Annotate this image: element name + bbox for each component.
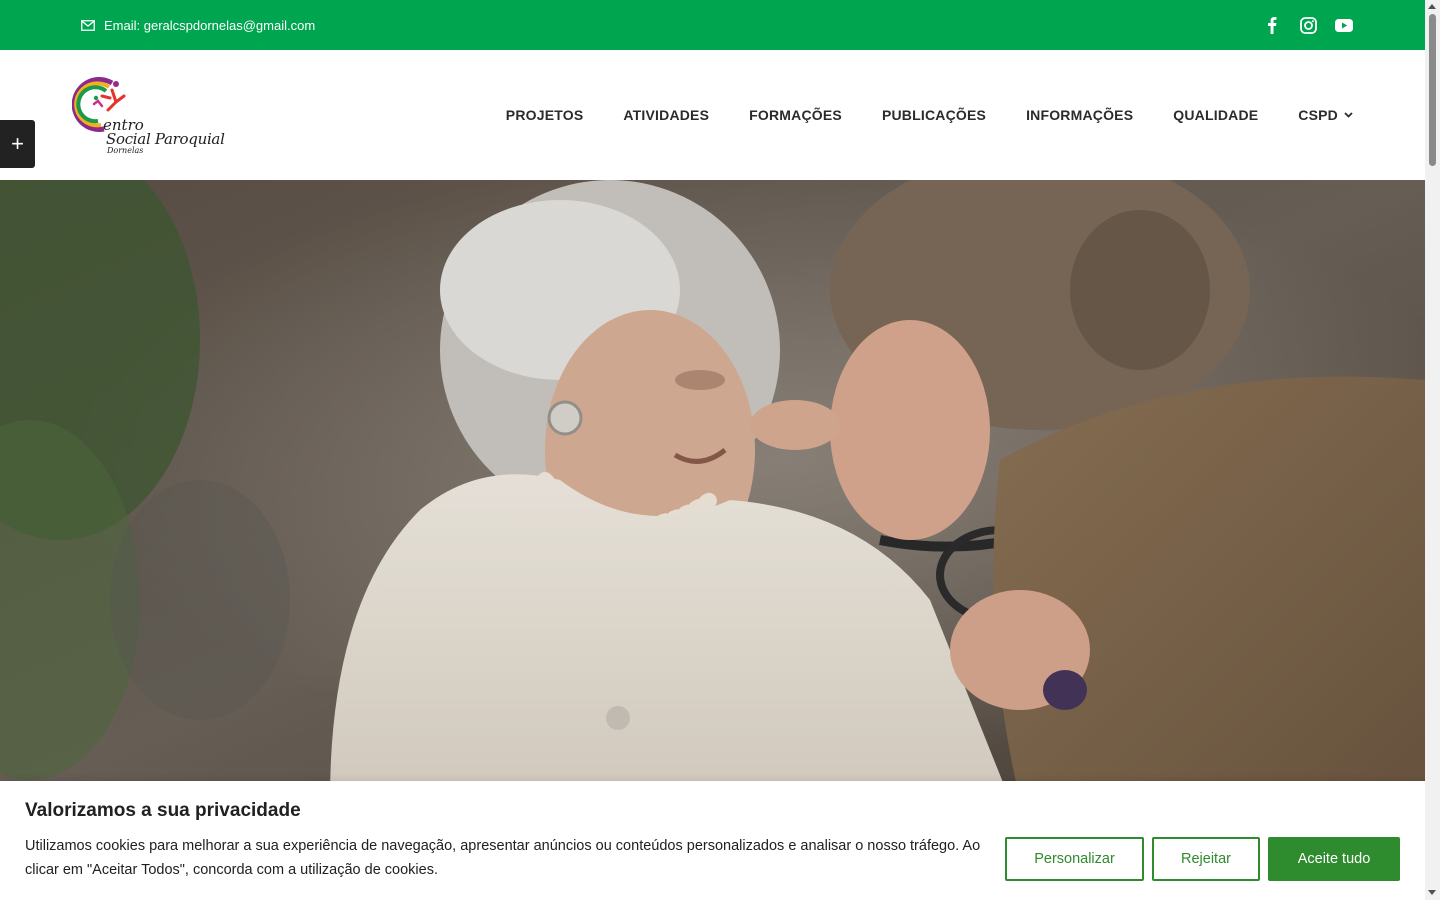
chevron-down-icon xyxy=(1344,112,1353,118)
logo-text-line3: Dornelas xyxy=(107,146,144,155)
site-logo[interactable]: entro Social Paroquial Dornelas xyxy=(72,74,232,158)
nav-item-atividades[interactable]: ATIVIDADES xyxy=(623,107,709,123)
plus-icon: + xyxy=(11,131,24,156)
nav-item-projetos[interactable]: PROJETOS xyxy=(506,107,584,123)
contact-email[interactable]: Email: geralcspdornelas@gmail.com xyxy=(81,0,315,50)
scroll-up-arrow-icon[interactable] xyxy=(1428,4,1436,9)
top-bar: Email: geralcspdornelas@gmail.com xyxy=(0,0,1425,50)
instagram-icon[interactable] xyxy=(1299,16,1317,34)
nav-item-informacoes[interactable]: INFORMAÇÕES xyxy=(1026,107,1133,123)
nav-item-cspd-label: CSPD xyxy=(1298,107,1338,123)
page-scrollbar[interactable] xyxy=(1425,0,1440,900)
youtube-icon[interactable] xyxy=(1335,16,1353,34)
cookie-text: Utilizamos cookies para melhorar a sua e… xyxy=(25,838,981,878)
page: Email: geralcspdornelas@gmail.com entro … xyxy=(0,0,1425,900)
sidebar-toggle-button[interactable]: + xyxy=(0,120,35,168)
cookie-reject-button[interactable]: Rejeitar xyxy=(1152,837,1260,881)
nav-item-formacoes[interactable]: FORMAÇÕES xyxy=(749,107,842,123)
nav-item-qualidade[interactable]: QUALIDADE xyxy=(1173,107,1258,123)
cookie-customize-button[interactable]: Personalizar xyxy=(1005,837,1144,881)
nav-item-publicacoes[interactable]: PUBLICAÇÕES xyxy=(882,107,986,123)
hero-photo-illustration xyxy=(0,180,1425,800)
cookie-banner: Valorizamos a sua privacidade Utilizamos… xyxy=(0,781,1425,900)
main-nav: PROJETOS ATIVIDADES FORMAÇÕES PUBLICAÇÕE… xyxy=(506,50,1353,180)
cookie-accept-all-button[interactable]: Aceite tudo xyxy=(1268,837,1400,881)
contact-email-text: Email: geralcspdornelas@gmail.com xyxy=(104,17,316,33)
nav-item-cspd[interactable]: CSPD xyxy=(1298,107,1353,123)
social-links xyxy=(1263,0,1353,50)
site-header: entro Social Paroquial Dornelas PROJETOS… xyxy=(0,50,1425,180)
scrollbar-thumb[interactable] xyxy=(1429,14,1436,166)
cookie-title: Valorizamos a sua privacidade xyxy=(25,800,301,821)
hero-image xyxy=(0,180,1425,800)
mail-icon xyxy=(81,19,95,31)
facebook-icon[interactable] xyxy=(1263,16,1281,34)
scroll-down-arrow-icon[interactable] xyxy=(1428,890,1436,895)
